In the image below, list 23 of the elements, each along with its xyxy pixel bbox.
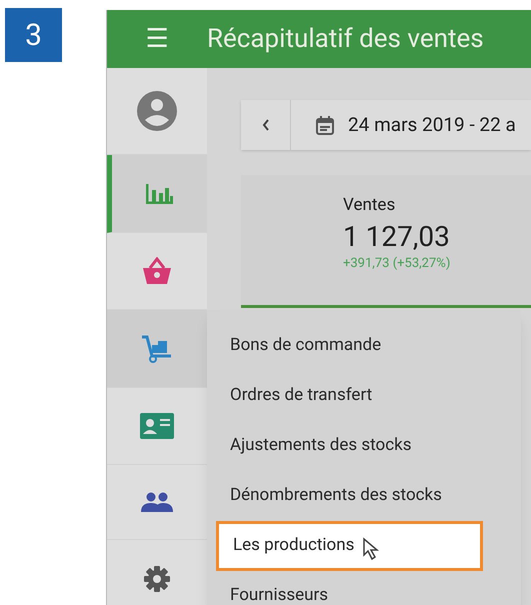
chevron-left-icon	[262, 119, 270, 131]
card-label: Ventes	[343, 194, 396, 217]
app-title: Récapitulatif des ventes	[207, 22, 484, 56]
people-icon	[141, 492, 173, 512]
menu-item[interactable]: Les productions	[216, 521, 483, 571]
contact-card-icon	[140, 413, 174, 439]
bar-chart-icon	[146, 184, 174, 204]
step-number: 3	[5, 8, 62, 62]
card-value: 1 127,03	[343, 218, 450, 254]
menu-item[interactable]: Ordres de transfert	[216, 371, 512, 421]
settings-icon	[144, 566, 170, 592]
calendar-icon	[316, 116, 334, 134]
menu-item[interactable]: Dénombrements des stocks	[216, 471, 512, 521]
date-range[interactable]: 24 mars 2019 - 22 a	[348, 110, 516, 140]
menu-item[interactable]: Ajustements des stocks	[216, 421, 512, 471]
sidebar-item[interactable]	[107, 155, 207, 233]
card-change: +391,73 (+53,27%)	[343, 254, 450, 272]
avatar-icon	[136, 90, 178, 132]
menu-item[interactable]: Bons de commande	[216, 321, 512, 371]
basket-icon	[142, 257, 172, 285]
menu-item[interactable]: Fournisseurs	[216, 571, 512, 605]
hand-truck-icon	[141, 334, 173, 362]
sidebar-item[interactable]	[107, 310, 207, 388]
